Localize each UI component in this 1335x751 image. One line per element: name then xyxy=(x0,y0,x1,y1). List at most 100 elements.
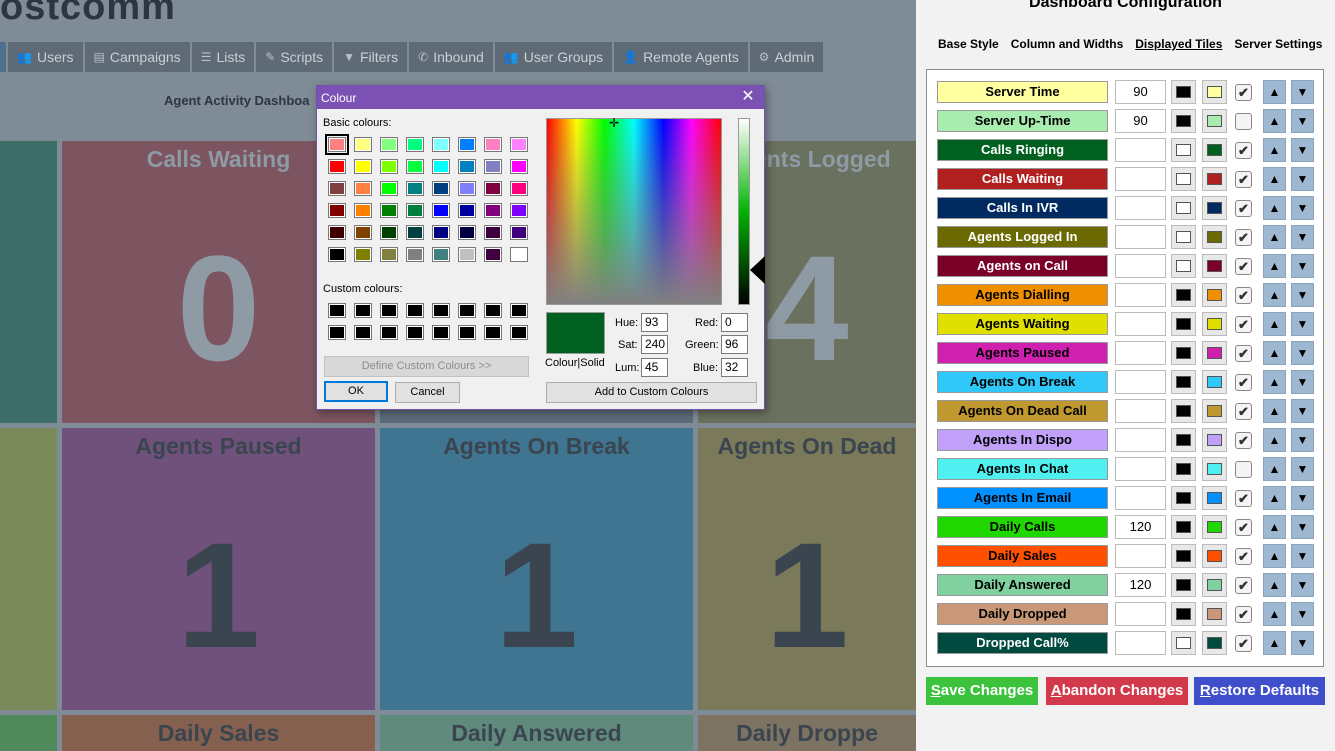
tile-visible-checkbox[interactable]: ✔ xyxy=(1235,200,1252,217)
tab-base-style[interactable]: Base Style xyxy=(938,37,999,51)
custom-colour-swatch[interactable] xyxy=(432,325,450,340)
tile-width-input[interactable] xyxy=(1115,399,1166,423)
move-down-icon[interactable]: ▼ xyxy=(1291,631,1314,655)
basic-colour-swatch[interactable] xyxy=(406,225,424,240)
basic-colour-swatch[interactable] xyxy=(354,203,372,218)
move-up-icon[interactable]: ▲ xyxy=(1263,515,1286,539)
move-down-icon[interactable]: ▼ xyxy=(1291,109,1314,133)
cancel-button[interactable]: Cancel xyxy=(395,382,460,403)
nav-item-inbound[interactable]: ✆ Inbound xyxy=(409,42,493,72)
add-to-custom-colours-button[interactable]: Add to Custom Colours xyxy=(546,382,757,403)
tile-width-input[interactable] xyxy=(1115,341,1166,365)
tile-visible-checkbox[interactable]: ✔ xyxy=(1235,171,1252,188)
background-colour-button[interactable] xyxy=(1202,457,1227,481)
basic-colour-swatch[interactable] xyxy=(432,203,450,218)
tile-name-agents-on-call[interactable]: Agents on Call xyxy=(937,255,1108,277)
background-colour-button[interactable] xyxy=(1202,631,1227,655)
nav-item-lists[interactable]: ☰ Lists xyxy=(191,42,255,72)
basic-colour-swatch[interactable] xyxy=(432,247,450,262)
background-colour-button[interactable] xyxy=(1202,515,1227,539)
move-up-icon[interactable]: ▲ xyxy=(1263,602,1286,626)
basic-colour-swatch[interactable] xyxy=(432,181,450,196)
custom-colour-swatch[interactable] xyxy=(354,303,372,318)
text-colour-button[interactable] xyxy=(1171,399,1196,423)
tile-name-agents-in-chat[interactable]: Agents In Chat xyxy=(937,458,1108,480)
basic-colour-swatch[interactable] xyxy=(458,137,476,152)
tile-visible-checkbox[interactable]: ✔ xyxy=(1235,432,1252,449)
luminosity-bar[interactable] xyxy=(738,118,750,305)
abandon-changes-button[interactable]: Abandon Changes xyxy=(1046,677,1188,705)
basic-colour-swatch[interactable] xyxy=(380,137,398,152)
tile-visible-checkbox[interactable] xyxy=(1235,461,1252,478)
move-down-icon[interactable]: ▼ xyxy=(1291,80,1314,104)
basic-colour-swatch[interactable] xyxy=(380,159,398,174)
tile-width-input[interactable] xyxy=(1115,283,1166,307)
tile-visible-checkbox[interactable]: ✔ xyxy=(1235,403,1252,420)
tile-visible-checkbox[interactable]: ✔ xyxy=(1235,316,1252,333)
background-colour-button[interactable] xyxy=(1202,80,1227,104)
background-colour-button[interactable] xyxy=(1202,399,1227,423)
custom-colour-swatch[interactable] xyxy=(354,325,372,340)
basic-colour-swatch[interactable] xyxy=(406,247,424,262)
basic-colour-swatch[interactable] xyxy=(380,225,398,240)
move-down-icon[interactable]: ▼ xyxy=(1291,486,1314,510)
basic-colour-swatch[interactable] xyxy=(354,225,372,240)
basic-colour-swatch[interactable] xyxy=(458,225,476,240)
move-down-icon[interactable]: ▼ xyxy=(1291,399,1314,423)
tile-name-calls-waiting[interactable]: Calls Waiting xyxy=(937,168,1108,190)
basic-colour-swatch[interactable] xyxy=(328,225,346,240)
basic-colour-swatch[interactable] xyxy=(484,137,502,152)
tile-name-server-up-time[interactable]: Server Up-Time xyxy=(937,110,1108,132)
nav-item-remote-agents[interactable]: 👤 Remote Agents xyxy=(614,42,748,72)
green-input[interactable]: 96 xyxy=(721,335,748,354)
move-up-icon[interactable]: ▲ xyxy=(1263,486,1286,510)
tile-visible-checkbox[interactable]: ✔ xyxy=(1235,490,1252,507)
custom-colour-swatch[interactable] xyxy=(432,303,450,318)
background-colour-button[interactable] xyxy=(1202,602,1227,626)
tile-visible-checkbox[interactable] xyxy=(1235,113,1252,130)
basic-colour-swatch[interactable] xyxy=(354,137,372,152)
basic-colour-swatch[interactable] xyxy=(406,137,424,152)
basic-colour-swatch[interactable] xyxy=(484,159,502,174)
tile-name-daily-calls[interactable]: Daily Calls xyxy=(937,516,1108,538)
colour-spectrum[interactable] xyxy=(546,118,722,305)
move-down-icon[interactable]: ▼ xyxy=(1291,167,1314,191)
text-colour-button[interactable] xyxy=(1171,196,1196,220)
tile-visible-checkbox[interactable]: ✔ xyxy=(1235,258,1252,275)
tile-width-input[interactable] xyxy=(1115,312,1166,336)
nav-item-active-edge[interactable] xyxy=(0,42,6,72)
tile-visible-checkbox[interactable]: ✔ xyxy=(1235,142,1252,159)
tile-name-agents-on-break[interactable]: Agents On Break xyxy=(937,371,1108,393)
red-input[interactable]: 0 xyxy=(721,313,748,332)
background-colour-button[interactable] xyxy=(1202,341,1227,365)
basic-colour-swatch[interactable] xyxy=(484,247,502,262)
move-up-icon[interactable]: ▲ xyxy=(1263,196,1286,220)
tile-width-input[interactable] xyxy=(1115,428,1166,452)
custom-colour-swatch[interactable] xyxy=(380,325,398,340)
basic-colour-swatch[interactable] xyxy=(458,181,476,196)
tile-name-daily-answered[interactable]: Daily Answered xyxy=(937,574,1108,596)
tile-width-input[interactable] xyxy=(1115,457,1166,481)
tile-width-input[interactable] xyxy=(1115,225,1166,249)
tile-visible-checkbox[interactable]: ✔ xyxy=(1235,606,1252,623)
move-down-icon[interactable]: ▼ xyxy=(1291,254,1314,278)
hue-input[interactable]: 93 xyxy=(641,313,668,332)
basic-colour-swatch[interactable] xyxy=(380,247,398,262)
text-colour-button[interactable] xyxy=(1171,486,1196,510)
text-colour-button[interactable] xyxy=(1171,515,1196,539)
tile-name-daily-dropped[interactable]: Daily Dropped xyxy=(937,603,1108,625)
nav-item-campaigns[interactable]: ▤ Campaigns xyxy=(84,42,190,72)
custom-colour-swatch[interactable] xyxy=(458,303,476,318)
text-colour-button[interactable] xyxy=(1171,544,1196,568)
restore-defaults-button[interactable]: Restore Defaults xyxy=(1194,677,1325,705)
tile-name-daily-sales[interactable]: Daily Sales xyxy=(937,545,1108,567)
move-up-icon[interactable]: ▲ xyxy=(1263,573,1286,597)
tile-visible-checkbox[interactable]: ✔ xyxy=(1235,345,1252,362)
custom-colour-swatch[interactable] xyxy=(328,303,346,318)
custom-colour-swatch[interactable] xyxy=(328,325,346,340)
background-colour-button[interactable] xyxy=(1202,428,1227,452)
move-up-icon[interactable]: ▲ xyxy=(1263,109,1286,133)
tile-width-input[interactable]: 90 xyxy=(1115,80,1166,104)
move-up-icon[interactable]: ▲ xyxy=(1263,428,1286,452)
background-colour-button[interactable] xyxy=(1202,225,1227,249)
